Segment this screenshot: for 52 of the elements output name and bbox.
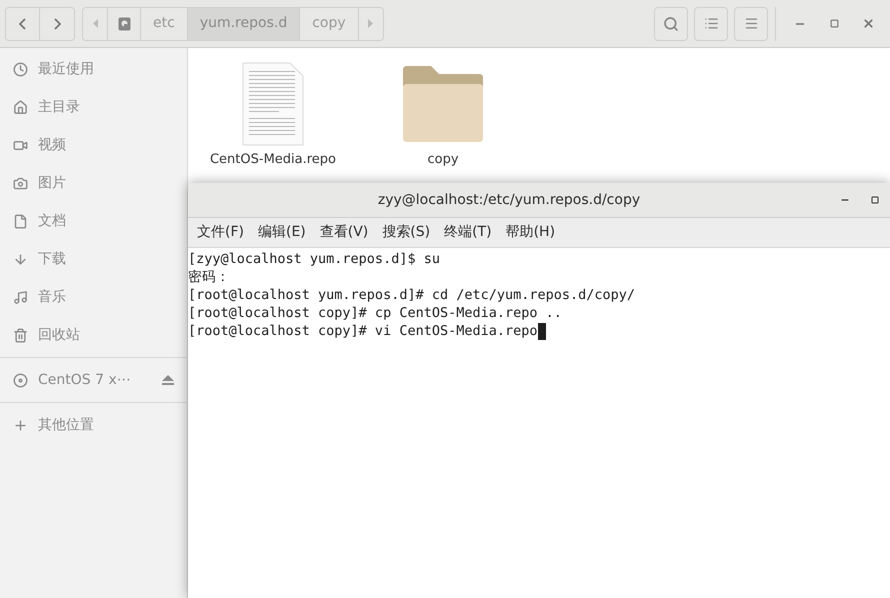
search-icon bbox=[663, 16, 679, 32]
list-view-icon bbox=[704, 16, 718, 31]
right-triangle-icon bbox=[368, 19, 374, 28]
music-note-icon bbox=[13, 290, 28, 304]
clock-icon bbox=[13, 62, 28, 76]
chevron-right-icon bbox=[54, 18, 60, 30]
file-item[interactable]: CentOS-Media.repo bbox=[208, 62, 338, 170]
sidebar-item[interactable]: 视频 bbox=[0, 126, 187, 164]
path-button[interactable]: yum.repos.d bbox=[188, 8, 300, 40]
terminal-line: [root@localhost yum.repos.d]# cd /etc/yum.repos.d/copy/ bbox=[188, 286, 636, 304]
plus-icon bbox=[13, 418, 28, 432]
close-icon bbox=[862, 17, 874, 30]
file-item[interactable]: copy bbox=[378, 62, 508, 170]
sidebar-item[interactable]: 下载 bbox=[0, 240, 187, 278]
sidebar-item[interactable]: 音乐 bbox=[0, 278, 187, 316]
eject-icon[interactable] bbox=[161, 374, 175, 386]
window-title: zyy@localhost:/etc/yum.repos.d/copy bbox=[376, 190, 642, 210]
sidebar-item[interactable]: 最近使用 bbox=[0, 50, 187, 88]
path-button[interactable]: copy bbox=[300, 8, 359, 40]
trash-icon bbox=[13, 328, 28, 342]
chevron-left-icon bbox=[19, 18, 26, 30]
menu-item[interactable]: 帮助(H) bbox=[498, 222, 562, 243]
sidebar-item[interactable]: 主目录 bbox=[0, 88, 187, 126]
document-icon bbox=[13, 214, 28, 228]
text-file-icon bbox=[242, 62, 304, 146]
maximize-icon bbox=[830, 19, 838, 28]
sidebar-item[interactable]: 文档 bbox=[0, 202, 187, 240]
menu-icon bbox=[744, 16, 758, 31]
sidebar-item[interactable]: CentOS 7 x⋯ bbox=[0, 361, 187, 399]
menu-item[interactable]: 搜索(S) bbox=[375, 222, 438, 243]
menu-item[interactable]: 文件(F) bbox=[190, 222, 251, 243]
down-arrow-icon bbox=[13, 252, 28, 266]
menu-button[interactable] bbox=[734, 6, 768, 40]
home-icon bbox=[13, 100, 28, 114]
camera-icon bbox=[13, 176, 28, 190]
menu-item[interactable]: 查看(V) bbox=[312, 222, 376, 243]
drive-icon bbox=[118, 16, 130, 30]
sidebar-item[interactable]: 图片 bbox=[0, 164, 187, 202]
maximize-icon bbox=[871, 196, 879, 204]
menu-item[interactable]: 终端(T) bbox=[437, 222, 499, 243]
left-triangle-icon bbox=[92, 19, 98, 28]
menu-item[interactable]: 编辑(E) bbox=[250, 222, 313, 243]
sidebar-item[interactable]: 其他位置 bbox=[0, 406, 187, 444]
terminal-line: [root@localhost copy]# vi CentOS-Media.repo bbox=[188, 322, 538, 340]
sidebar-item[interactable]: 回收站 bbox=[0, 316, 187, 354]
view-toggle-button[interactable] bbox=[694, 6, 728, 40]
search-button[interactable] bbox=[654, 6, 688, 40]
terminal-line: 密码： bbox=[188, 268, 230, 286]
disc-icon bbox=[13, 372, 28, 388]
terminal-line: [root@localhost copy]# cp CentOS-Media.repo .. bbox=[188, 304, 562, 322]
text-cursor bbox=[538, 322, 546, 340]
terminal-line: [zyy@localhost yum.repos.d]$ su bbox=[188, 250, 440, 268]
